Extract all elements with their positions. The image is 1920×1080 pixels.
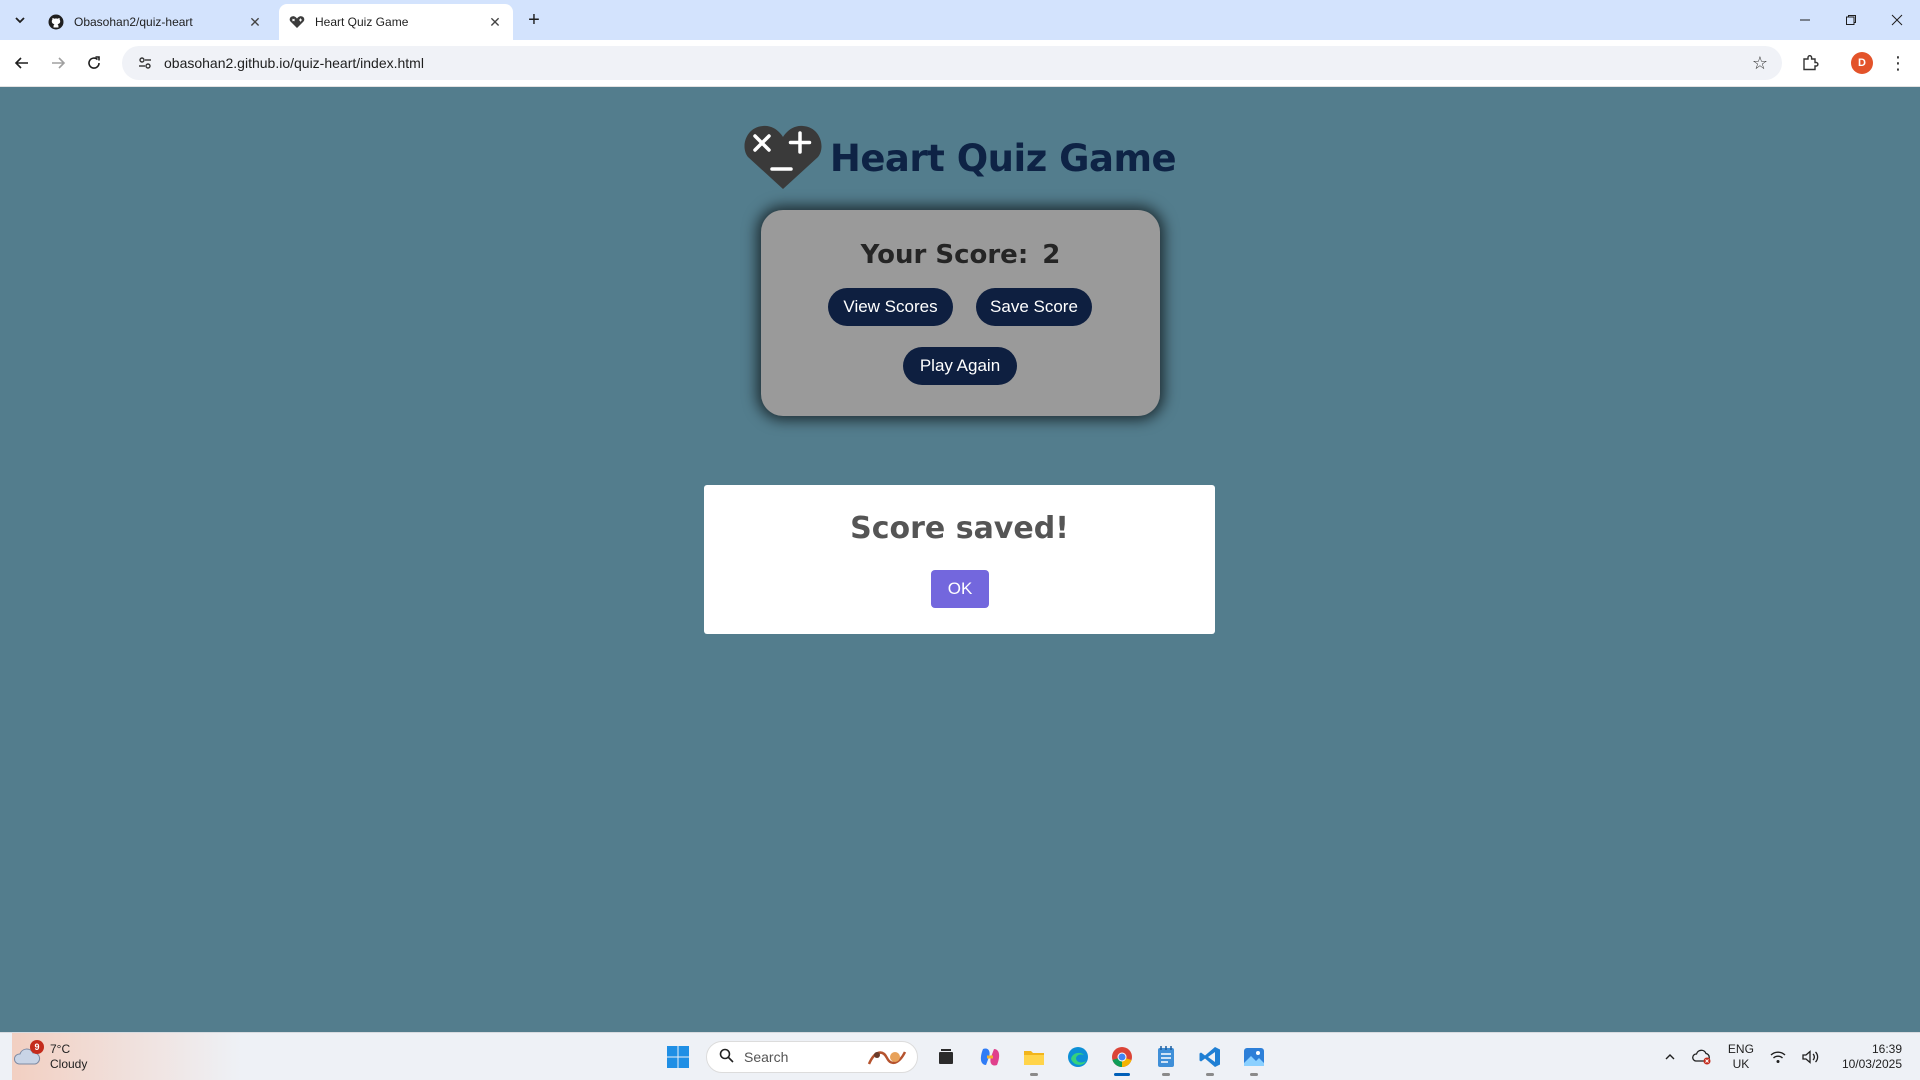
avatar-initial: D [1851, 52, 1873, 74]
weather-condition: Cloudy [50, 1057, 88, 1071]
score-value: 2 [1042, 240, 1061, 270]
notepad-icon[interactable] [1146, 1037, 1186, 1077]
heart-favicon-icon [289, 14, 305, 30]
tab-search-chevron-icon[interactable] [6, 8, 34, 32]
language-indicator[interactable]: ENG UK [1728, 1042, 1754, 1072]
score-card: Your Score: 2 View Scores Save Score Play… [761, 210, 1160, 416]
task-view-icon[interactable] [926, 1037, 966, 1077]
bookmark-star-icon[interactable]: ☆ [1752, 53, 1768, 74]
vscode-icon[interactable] [1190, 1037, 1230, 1077]
search-highlight-icon [867, 1051, 907, 1065]
onedrive-status-icon[interactable] [1692, 1049, 1712, 1065]
windows-taskbar: 9 7°C Cloudy Search ENG UK 16:39 10/03/2… [0, 1032, 1920, 1080]
close-window-icon[interactable] [1874, 0, 1920, 40]
score-line: Your Score: 2 [761, 240, 1160, 270]
weather-badge: 9 [30, 1040, 44, 1054]
clock-time: 16:39 [1871, 1042, 1902, 1056]
more-menu-icon[interactable]: ⋮ [1884, 49, 1912, 77]
search-placeholder: Search [744, 1049, 789, 1065]
close-tab-icon[interactable]: ✕ [247, 14, 263, 30]
show-hidden-icons-chevron-icon[interactable] [1664, 1051, 1676, 1063]
weather-text: 7°C Cloudy [50, 1042, 87, 1072]
clock-date: 10/03/2025 [1841, 1057, 1902, 1071]
page-header: Heart Quiz Game [0, 125, 1920, 191]
restore-icon[interactable] [1828, 0, 1874, 40]
language-line1: ENG [1727, 1042, 1754, 1056]
new-tab-plus-icon[interactable]: + [520, 8, 548, 32]
weather-widget[interactable]: 9 7°C Cloudy [12, 1033, 242, 1080]
search-icon [719, 1048, 734, 1066]
url-text: obasohan2.github.io/quiz-heart/index.htm… [164, 55, 424, 71]
clock[interactable]: 16:39 10/03/2025 [1842, 1042, 1902, 1072]
tab-heart-quiz-game[interactable]: Heart Quiz Game ✕ [279, 4, 513, 40]
ok-button[interactable]: OK [931, 570, 989, 608]
heart-logo-icon [744, 125, 822, 189]
weather-glow [12, 1033, 242, 1080]
score-label: Your Score: [860, 240, 1029, 270]
system-tray: ENG UK 16:39 10/03/2025 [1656, 1033, 1920, 1080]
volume-icon[interactable] [1802, 1050, 1820, 1064]
taskbar-search[interactable]: Search [706, 1041, 918, 1073]
quiz-page: Heart Quiz Game Your Score: 2 View Scores… [0, 87, 1920, 1032]
reload-icon[interactable] [80, 49, 108, 77]
dialog-title: Score saved! [850, 511, 1069, 546]
play-again-button[interactable]: Play Again [903, 347, 1017, 385]
address-bar[interactable]: obasohan2.github.io/quiz-heart/index.htm… [122, 46, 1782, 80]
tab-title: Heart Quiz Game [315, 15, 409, 29]
save-score-button[interactable]: Save Score [976, 288, 1092, 326]
photos-app-icon[interactable] [1234, 1037, 1274, 1077]
edge-browser-icon[interactable] [1058, 1037, 1098, 1077]
weather-temp: 7°C [50, 1042, 71, 1056]
extensions-puzzle-icon[interactable] [1796, 49, 1824, 77]
wifi-icon[interactable] [1770, 1050, 1786, 1064]
profile-avatar[interactable]: D [1848, 49, 1876, 77]
cloud-weather-icon: 9 [12, 1040, 44, 1072]
chrome-browser-icon[interactable] [1102, 1037, 1142, 1077]
window-controls [1782, 0, 1920, 40]
browser-tab-bar: Obasohan2/quiz-heart ✕ Heart Quiz Game ✕… [0, 0, 1920, 40]
github-icon [48, 14, 64, 30]
forward-arrow-icon[interactable] [44, 49, 72, 77]
alert-dialog: Score saved! OK [704, 485, 1215, 634]
tab-title: Obasohan2/quiz-heart [74, 15, 193, 29]
file-explorer-icon[interactable] [1014, 1037, 1054, 1077]
windows-start-icon[interactable] [658, 1037, 698, 1077]
back-arrow-icon[interactable] [8, 49, 36, 77]
page-title: Heart Quiz Game [829, 136, 1177, 180]
copilot-icon[interactable] [970, 1037, 1010, 1077]
close-tab-icon[interactable]: ✕ [487, 14, 503, 30]
language-line2: UK [1732, 1057, 1750, 1071]
taskbar-apps: Search [656, 1037, 1276, 1077]
site-info-icon[interactable] [130, 55, 160, 71]
browser-toolbar: obasohan2.github.io/quiz-heart/index.htm… [0, 40, 1920, 87]
minimize-icon[interactable] [1782, 0, 1828, 40]
view-scores-button[interactable]: View Scores [828, 288, 953, 326]
tab-github[interactable]: Obasohan2/quiz-heart ✕ [38, 4, 273, 40]
